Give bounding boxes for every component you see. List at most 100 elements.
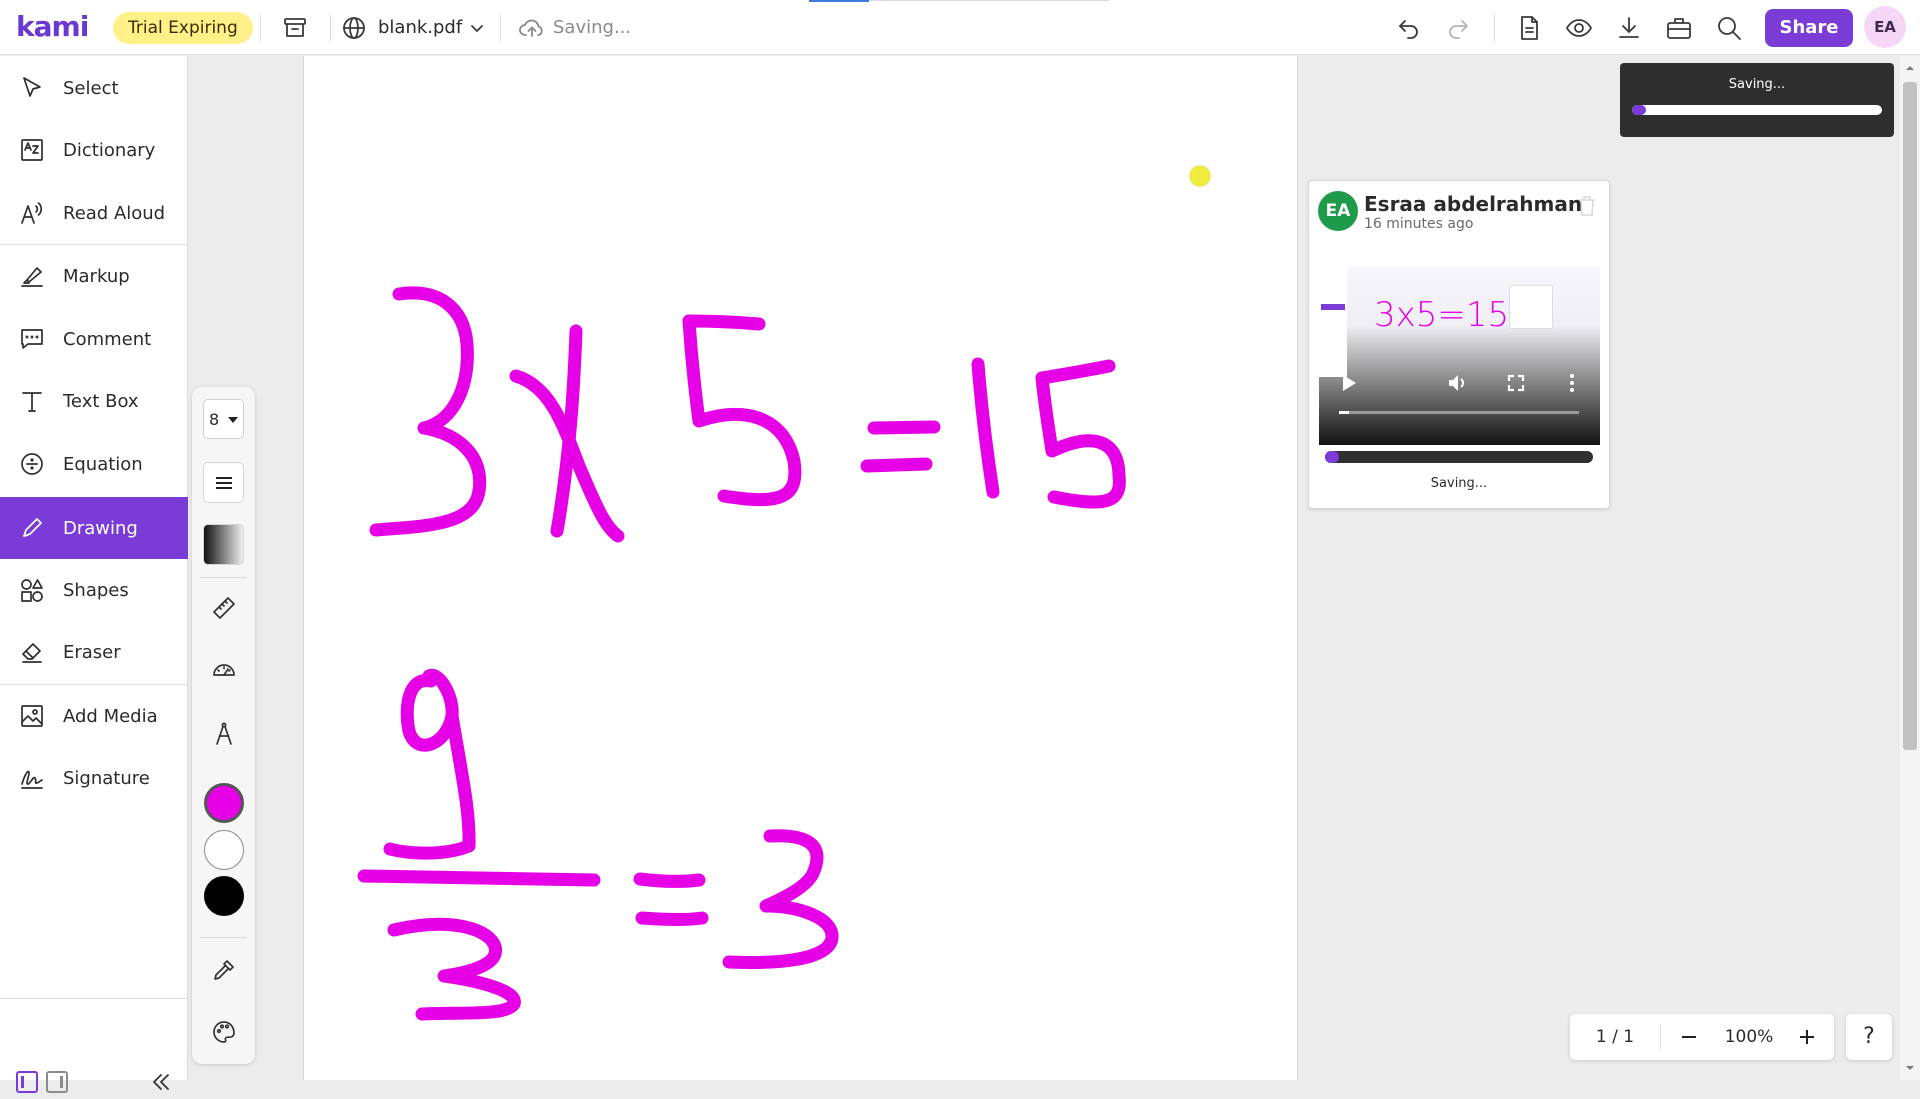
video-seek-bar[interactable]	[1339, 411, 1579, 414]
toast-progress-fill	[1632, 105, 1646, 115]
opacity-button[interactable]	[203, 524, 244, 565]
color-swatch-black[interactable]	[204, 876, 244, 916]
sidebar-item-eraser[interactable]: Eraser	[0, 622, 188, 682]
page-indicator[interactable]: 1 / 1	[1570, 1014, 1660, 1060]
media-icon	[18, 702, 46, 730]
kami-logo[interactable]: kami	[16, 10, 89, 43]
sidebar-item-label: Dictionary	[63, 139, 156, 161]
sidebar-item-markup[interactable]: Markup	[0, 246, 188, 306]
sidebar-item-equation[interactable]: Equation	[0, 434, 188, 494]
scroll-down-icon[interactable]	[1900, 1062, 1920, 1076]
sidebar-item-read-aloud[interactable]: Read Aloud	[0, 183, 188, 243]
ruler-icon[interactable]	[203, 587, 244, 628]
eye-icon[interactable]	[1564, 13, 1594, 43]
toolbar-divider	[330, 14, 331, 42]
sidebar-item-label: Select	[63, 77, 119, 99]
signature-icon	[18, 764, 46, 792]
sidebar-item-drawing[interactable]: Drawing	[0, 497, 188, 559]
nav-divider	[1660, 1024, 1661, 1050]
handwriting-drawing[interactable]	[304, 56, 1297, 1080]
more-options-icon[interactable]	[1569, 373, 1575, 397]
sidebar-item-text-box[interactable]: Text Box	[0, 371, 188, 431]
mini-comment-card	[1509, 285, 1553, 329]
subtoolbar-divider	[200, 937, 247, 938]
eyedropper-icon[interactable]	[203, 949, 244, 990]
globe-icon[interactable]	[340, 14, 368, 42]
redo-icon[interactable]	[1443, 13, 1473, 43]
collapse-sidebar-icon[interactable]	[148, 1069, 174, 1095]
comment-avatar: EA	[1318, 191, 1358, 231]
sidebar-item-label: Equation	[63, 453, 143, 475]
play-icon[interactable]	[1341, 374, 1357, 396]
comment-card[interactable]: EA Esraa abdelrahman 16 minutes ago 3x5=…	[1308, 180, 1610, 509]
mini-sidebar	[1319, 267, 1347, 377]
comment-icon	[18, 325, 46, 353]
sidebar-item-label: Drawing	[63, 517, 138, 539]
save-status: Saving...	[553, 17, 632, 38]
sidebar-item-label: Eraser	[63, 641, 121, 663]
page-navigation: 1 / 1 100%	[1570, 1014, 1834, 1060]
scrollbar-thumb[interactable]	[1903, 82, 1917, 750]
stroke-size-select[interactable]: 8	[203, 399, 244, 439]
color-swatch-white[interactable]	[204, 830, 244, 870]
download-icon[interactable]	[1614, 13, 1644, 43]
pdf-page-canvas[interactable]	[303, 56, 1298, 1080]
undo-icon[interactable]	[1394, 13, 1424, 43]
sidebar-item-dictionary[interactable]: Dictionary	[0, 120, 188, 180]
volume-icon[interactable]	[1447, 373, 1469, 397]
palette-icon[interactable]	[203, 1011, 244, 1052]
trial-expiring-badge[interactable]: Trial Expiring	[113, 12, 253, 44]
share-button[interactable]: Share	[1765, 9, 1853, 47]
toolbar-divider	[1494, 14, 1495, 42]
document-outline-icon[interactable]	[1514, 13, 1544, 43]
compass-icon[interactable]	[203, 713, 244, 754]
archive-icon[interactable]	[280, 13, 310, 43]
document-name[interactable]: blank.pdf	[378, 17, 462, 38]
layout-single-icon[interactable]	[16, 1071, 38, 1093]
sidebar-divider	[0, 244, 188, 245]
user-avatar[interactable]: EA	[1864, 6, 1906, 48]
pointer-highlight	[1190, 166, 1210, 186]
zoom-in-button[interactable]	[1790, 1014, 1824, 1060]
toolbox-icon[interactable]	[1664, 13, 1694, 43]
scroll-up-icon[interactable]	[1900, 60, 1920, 74]
comment-save-status: Saving...	[1430, 476, 1488, 491]
chevron-down-icon[interactable]	[467, 18, 487, 38]
equation-icon	[18, 450, 46, 478]
tool-sidebar: Select Dictionary Read Aloud Markup Comm…	[0, 56, 188, 1093]
toast-progress-bar	[1632, 105, 1882, 115]
video-preview[interactable]: 3x5=15	[1319, 261, 1600, 445]
loading-track	[869, 0, 1109, 1]
trash-icon[interactable]	[1577, 195, 1597, 221]
sidebar-item-label: Markup	[63, 265, 130, 287]
stroke-size-value: 8	[209, 410, 220, 429]
fullscreen-icon[interactable]	[1507, 374, 1525, 396]
sidebar-item-comment[interactable]: Comment	[0, 309, 188, 369]
toast-text: Saving...	[1728, 77, 1786, 92]
mini-topbar	[1319, 261, 1600, 267]
sidebar-item-select[interactable]: Select	[0, 58, 188, 118]
pen-icon	[18, 514, 46, 542]
text-icon	[18, 387, 46, 415]
saving-toast: Saving...	[1620, 63, 1894, 137]
sidebar-item-signature[interactable]: Signature	[0, 748, 188, 808]
search-icon[interactable]	[1714, 13, 1744, 43]
shapes-icon	[18, 576, 46, 604]
toolbar-divider	[500, 14, 501, 42]
protractor-icon[interactable]	[203, 649, 244, 690]
sidebar-item-label: Add Media	[63, 705, 158, 727]
layout-split-icon[interactable]	[46, 1071, 68, 1093]
caret-down-icon	[228, 417, 238, 423]
color-swatch-magenta[interactable]	[204, 783, 244, 823]
sidebar-item-shapes[interactable]: Shapes	[0, 560, 188, 620]
sidebar-item-label: Shapes	[63, 579, 129, 601]
sidebar-item-add-media[interactable]: Add Media	[0, 686, 188, 746]
upload-progress-fill	[1325, 451, 1339, 463]
comment-time: 16 minutes ago	[1364, 216, 1474, 232]
question-mark-icon: ?	[1863, 1024, 1875, 1049]
menu-lines-icon	[215, 476, 232, 489]
zoom-out-button[interactable]	[1672, 1014, 1706, 1060]
help-button[interactable]: ?	[1846, 1014, 1892, 1060]
stroke-style-button[interactable]	[203, 462, 244, 503]
zoom-level[interactable]: 100%	[1708, 1014, 1790, 1060]
